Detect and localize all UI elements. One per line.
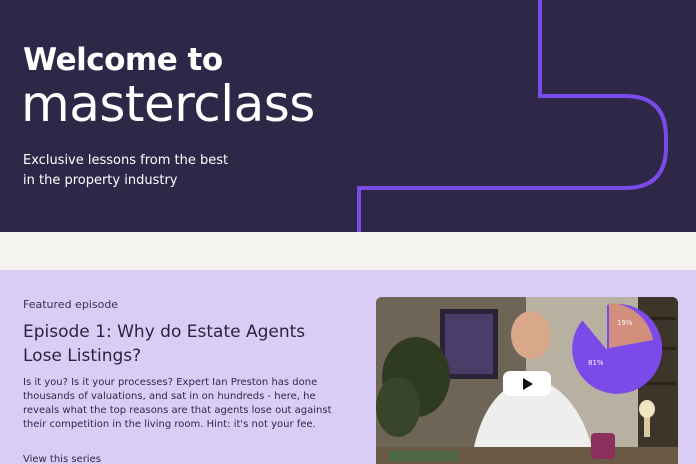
hero-title-masterclass: masterclass (21, 75, 315, 133)
episode-title[interactable]: Episode 1: Why do Estate Agents Lose Lis… (23, 320, 343, 368)
section-spacer (0, 232, 696, 270)
play-icon (523, 378, 533, 390)
hero-subtitle: Exclusive lessons from the best in the p… (23, 153, 229, 188)
hero-banner: Welcome to masterclass Exclusive lessons… (0, 0, 696, 232)
pie-label-19: 19% (617, 319, 633, 327)
featured-label: Featured episode (23, 298, 119, 311)
episode-description: Is it you? Is it your processes? Expert … (23, 377, 332, 430)
play-button[interactable] (503, 371, 551, 396)
view-series-link[interactable]: View this series (23, 454, 101, 464)
pie-label-81: 81% (588, 359, 604, 367)
video-player[interactable]: 19% 81% (376, 297, 678, 464)
